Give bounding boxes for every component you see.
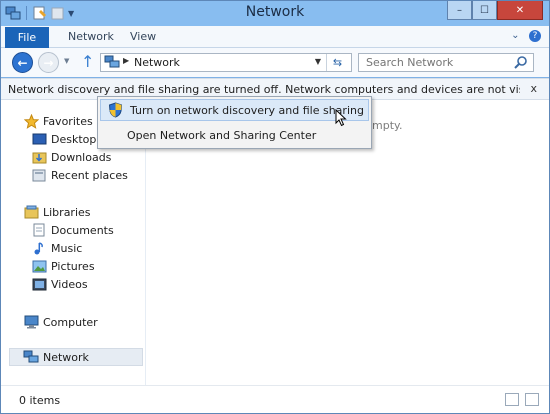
pictures-icon — [31, 258, 47, 274]
ribbon-extras: ⌄ ? — [511, 30, 541, 42]
sidebar-item-network[interactable]: Network — [9, 348, 143, 366]
breadcrumb-chevron-icon[interactable]: ▶ — [123, 56, 129, 65]
large-icons-view-icon[interactable] — [525, 393, 539, 406]
network-icon — [104, 55, 120, 72]
close-button[interactable]: ✕ — [497, 1, 543, 20]
up-button[interactable]: ↑ — [81, 52, 94, 71]
mouse-cursor-icon — [335, 108, 347, 130]
arrow-up-icon: ↑ — [81, 52, 95, 71]
info-bar-message[interactable]: Network discovery and file sharing are t… — [8, 83, 520, 96]
address-bar[interactable]: ▶ Network ▼ ⇆ — [100, 53, 352, 72]
recent-locations-dropdown[interactable]: ▼ — [64, 57, 69, 65]
music-note-icon — [31, 240, 47, 256]
sidebar-item-recent-places[interactable]: Recent places — [31, 166, 128, 184]
network-icon — [23, 349, 39, 365]
sidebar-label: Network — [43, 350, 89, 364]
help-icon[interactable]: ? — [529, 30, 541, 42]
desktop-icon — [31, 131, 47, 147]
sidebar-label: Documents — [51, 223, 114, 237]
explorer-window: ▼ Network – ☐ ✕ File Network View ⌄ ? ← … — [0, 0, 550, 414]
menu-item-turn-on-discovery[interactable]: Turn on network discovery and file shari… — [100, 99, 369, 121]
refresh-button[interactable]: ⇆ — [326, 54, 348, 71]
back-button[interactable]: ← — [12, 52, 33, 73]
sidebar-item-music[interactable]: Music — [31, 239, 82, 257]
menu-item-open-sharing-center[interactable]: Open Network and Sharing Center — [100, 124, 369, 146]
arrow-left-icon: ← — [17, 55, 28, 70]
sidebar-label: Computer — [43, 315, 98, 329]
recent-places-icon — [31, 167, 47, 183]
sidebar-item-documents[interactable]: Documents — [31, 221, 114, 239]
sidebar-label: Music — [51, 241, 83, 255]
sidebar-item-computer[interactable]: Computer — [23, 313, 98, 331]
navigation-bar: ← → ▼ ↑ ▶ Network ▼ ⇆ — [1, 48, 549, 77]
maximize-button[interactable]: ☐ — [472, 1, 497, 20]
item-count: 0 items — [19, 394, 61, 407]
search-box[interactable] — [358, 53, 534, 72]
sidebar-label: Videos — [51, 277, 88, 291]
libraries-icon — [23, 204, 39, 220]
search-input[interactable] — [359, 54, 509, 71]
tab-view[interactable]: View — [130, 30, 156, 43]
minimize-button[interactable]: – — [447, 1, 472, 20]
sidebar-item-libraries[interactable]: Libraries — [23, 203, 91, 221]
forward-button[interactable]: → — [38, 52, 59, 73]
address-text[interactable]: Network — [134, 56, 180, 69]
status-bar: 0 items — [1, 385, 549, 413]
downloads-folder-icon — [31, 149, 47, 165]
videos-icon — [31, 276, 47, 292]
sidebar-label: Downloads — [51, 150, 112, 164]
sidebar-label: Favorites — [43, 114, 93, 128]
title-bar: ▼ Network – ☐ ✕ — [1, 1, 549, 26]
sidebar-label: Libraries — [43, 205, 91, 219]
sidebar-item-desktop[interactable]: Desktop — [31, 130, 96, 148]
tab-network[interactable]: Network — [68, 30, 114, 43]
tab-file[interactable]: File — [5, 27, 49, 48]
chevron-down-icon[interactable]: ⌄ — [511, 30, 519, 41]
ribbon-tabs: File Network View ⌄ ? — [1, 26, 549, 48]
sidebar-label: Desktop — [51, 132, 97, 146]
sidebar-item-videos[interactable]: Videos — [31, 275, 88, 293]
documents-icon — [31, 222, 47, 238]
arrow-right-icon: → — [43, 55, 54, 70]
search-icon[interactable] — [514, 55, 528, 72]
uac-shield-icon — [108, 102, 130, 118]
info-bar-close-button[interactable]: x — [530, 82, 537, 95]
info-bar-context-menu: Turn on network discovery and file shari… — [97, 96, 372, 149]
sidebar-item-downloads[interactable]: Downloads — [31, 148, 111, 166]
view-switcher — [505, 393, 539, 406]
computer-icon — [23, 314, 39, 330]
favorites-star-icon — [23, 113, 39, 129]
refresh-icon: ⇆ — [332, 56, 343, 69]
sidebar-item-pictures[interactable]: Pictures — [31, 257, 95, 275]
menu-item-label: Turn on network discovery and file shari… — [130, 103, 364, 117]
address-dropdown[interactable]: ▼ — [315, 57, 321, 66]
sidebar-label: Recent places — [51, 168, 128, 182]
menu-item-label: Open Network and Sharing Center — [127, 128, 317, 142]
empty-folder-text: mpty. — [372, 119, 403, 132]
window-controls: – ☐ ✕ — [447, 1, 543, 20]
sidebar-label: Pictures — [51, 259, 95, 273]
sidebar-item-favorites[interactable]: Favorites — [23, 112, 93, 130]
details-view-icon[interactable] — [505, 393, 519, 406]
